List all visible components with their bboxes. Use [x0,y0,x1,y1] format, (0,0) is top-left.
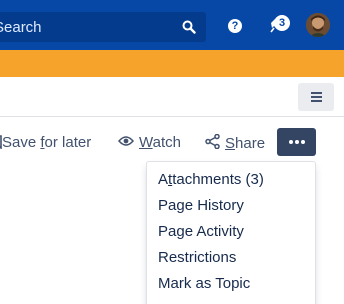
menu-item-mark-as-topic[interactable]: Mark as Topic [158,275,250,295]
share-button[interactable]: Share [205,133,266,154]
sidebar-toggle-button[interactable] [298,83,334,111]
watch-label: Watch [139,134,181,151]
user-avatar[interactable] [306,13,330,37]
ellipsis-icon [289,140,293,144]
notification-count-badge[interactable]: 3 [274,15,290,31]
page-header-bar [0,77,344,117]
save-for-later-label: Save for later [2,134,92,151]
more-actions-menu: Attachments (3) Page History Page Activi… [146,161,316,304]
menu-icon-line [311,96,322,98]
avatar-image [306,13,330,37]
eye-icon [118,136,134,146]
menu-icon [311,92,322,94]
notification-banner [0,50,344,77]
top-navigation-bar: ? 3 [0,0,344,50]
help-button[interactable]: ? [228,19,242,33]
menu-item-attachments[interactable]: Attachments (3) [158,171,264,191]
search-box[interactable] [0,12,206,42]
search-icon[interactable] [182,20,196,34]
ellipsis-dot [295,140,299,144]
menu-icon-line [311,100,322,102]
share-label: Share [225,135,266,152]
ellipsis-dot [301,140,305,144]
search-input[interactable] [0,12,174,42]
share-icon [205,133,220,150]
menu-item-page-history[interactable]: Page History [158,197,244,217]
watch-button[interactable]: Watch [118,134,181,154]
menu-item-restrictions[interactable]: Restrictions [158,249,236,269]
save-for-later-button[interactable]: Save for later [0,134,91,154]
more-actions-button[interactable] [277,128,316,156]
menu-item-page-activity[interactable]: Page Activity [158,223,244,243]
